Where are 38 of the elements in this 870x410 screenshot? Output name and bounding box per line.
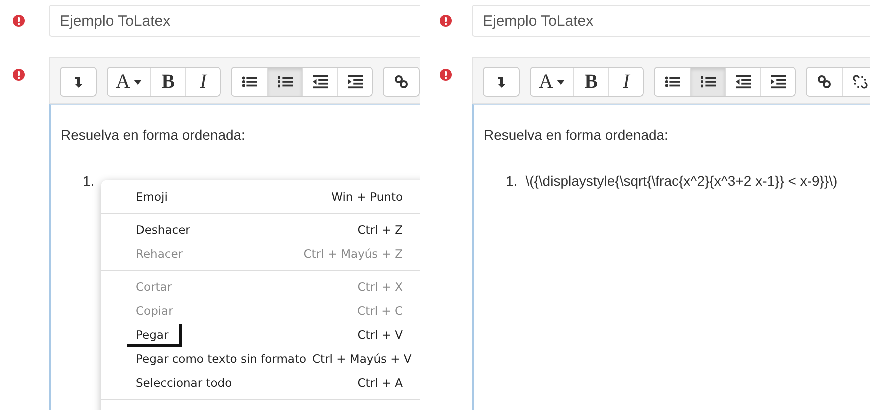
error-icon (440, 15, 452, 27)
numbered-list-icon (278, 75, 293, 89)
bullet-list-icon (242, 75, 258, 89)
list-number: 1. (83, 173, 95, 189)
list-number: 1. (506, 173, 518, 189)
error-icon (440, 69, 452, 81)
caret-icon (134, 80, 142, 84)
menu-item[interactable]: Pegar Ctrl + V (101, 323, 420, 347)
toolbar-button[interactable] (337, 68, 372, 96)
editor-content[interactable] (49, 104, 420, 410)
menu-item[interactable]: Seleccionar todo Ctrl + A (101, 371, 420, 395)
toolbar-button[interactable] (760, 68, 796, 96)
menu-item[interactable]: Emoji Win + Punto (101, 185, 420, 209)
indent-icon (770, 75, 786, 89)
toolbar-button[interactable]: I (185, 68, 220, 96)
editor-content[interactable]: Resuelva en forma ordenada: 1. \({\displaystyle{\sqrt{\frac{x^2}{x^3+2 x-1}} < x-9}}\) (472, 104, 870, 410)
menu-item[interactable]: Deshacer Ctrl + Z (101, 218, 420, 242)
broken-link-icon (852, 75, 868, 89)
toolbar-button[interactable] (842, 68, 870, 96)
title-field[interactable]: Ejemplo ToLatex (49, 5, 420, 37)
link-icon (394, 75, 410, 89)
numbered-list-icon (700, 75, 716, 89)
menu-item[interactable]: Pegar como texto sin formato Ctrl + Mayús + V (101, 347, 420, 371)
toolbar-button[interactable]: I (608, 68, 644, 96)
latex-code: \({\displaystyle{\sqrt{\frac{x^2}{x^3+2 x-1}} < x-9}}\) (526, 173, 838, 189)
outdent-icon (312, 75, 328, 89)
toolbar-button[interactable] (267, 68, 302, 96)
paragraph: Resuelva en forma ordenada: (484, 127, 670, 143)
link-icon (817, 75, 832, 89)
error-icon (13, 15, 25, 27)
caret-icon (557, 80, 566, 84)
title-field[interactable]: Ejemplo ToLatex (472, 5, 870, 37)
bullet-list-icon (665, 75, 680, 89)
outdent-icon (736, 75, 751, 89)
toolbar-button[interactable] (690, 68, 726, 96)
error-icon (13, 69, 25, 81)
indent-icon (348, 75, 363, 89)
paragraph: Resuelva en forma ordenada: (61, 127, 246, 143)
